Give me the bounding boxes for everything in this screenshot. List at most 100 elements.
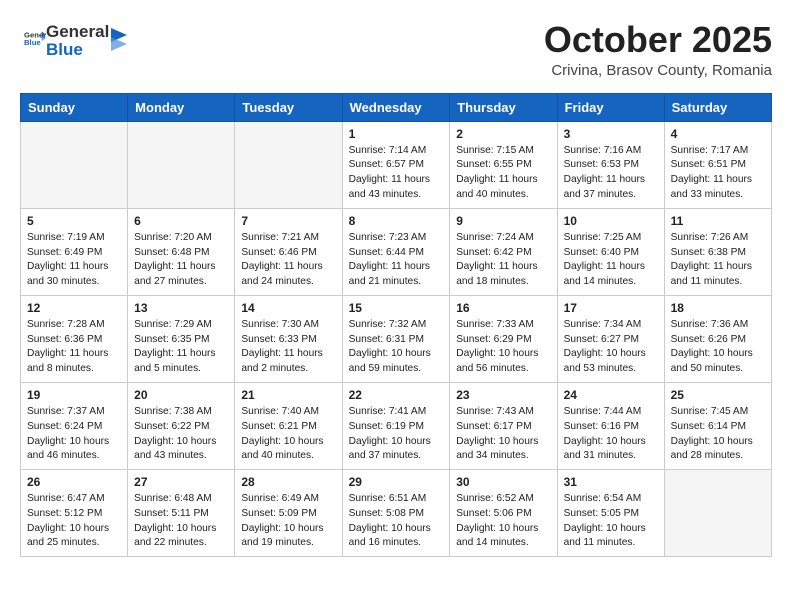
day-info: Sunrise: 7:34 AM Sunset: 6:27 PM Dayligh… xyxy=(564,318,658,377)
week-row-3: 12 Sunrise: 7:28 AM Sunset: 6:36 PM Dayli… xyxy=(21,295,772,382)
day-info: Sunrise: 6:52 AM Sunset: 5:06 PM Dayligh… xyxy=(456,492,550,551)
calendar-cell: 9 Sunrise: 7:24 AM Sunset: 6:42 PM Daylig… xyxy=(450,208,557,295)
calendar-cell: 29Sunrise: 6:51 AM Sunset: 5:08 PM Dayli… xyxy=(342,470,450,557)
calendar-cell: 26 Sunrise: 6:47 AM Sunset: 5:12 PM Dayli… xyxy=(21,470,128,557)
weekday-header-row: SundayMondayTuesdayWednesdayThursdayFrid… xyxy=(21,93,772,121)
calendar-cell xyxy=(128,121,235,208)
day-info: Sunrise: 7:21 AM Sunset: 6:46 PM Dayligh… xyxy=(241,231,335,290)
logo-blue-text: Blue xyxy=(46,40,109,60)
calendar-cell: 22 Sunrise: 7:41 AM Sunset: 6:19 PM Dayli… xyxy=(342,382,450,469)
calendar-cell: 13 Sunrise: 7:29 AM Sunset: 6:35 PM Dayli… xyxy=(128,295,235,382)
day-number: 5 xyxy=(27,214,121,228)
weekday-header-sunday: Sunday xyxy=(21,93,128,121)
day-info: Sunrise: 7:37 AM Sunset: 6:24 PM Dayligh… xyxy=(27,405,121,464)
week-row-4: 19 Sunrise: 7:37 AM Sunset: 6:24 PM Dayli… xyxy=(21,382,772,469)
calendar-cell: 4 Sunrise: 7:17 AM Sunset: 6:51 PM Daylig… xyxy=(664,121,771,208)
week-row-1: 1 Sunrise: 7:14 AM Sunset: 6:57 PM Daylig… xyxy=(21,121,772,208)
day-info: Sunrise: 6:48 AM Sunset: 5:11 PM Dayligh… xyxy=(134,492,228,551)
day-number: 21 xyxy=(241,388,335,402)
day-number: 1 xyxy=(349,127,444,141)
calendar-cell: 23Sunrise: 7:43 AM Sunset: 6:17 PM Dayli… xyxy=(450,382,557,469)
day-number: 12 xyxy=(27,301,121,315)
day-number: 4 xyxy=(671,127,765,141)
weekday-header-wednesday: Wednesday xyxy=(342,93,450,121)
day-info: Sunrise: 7:36 AM Sunset: 6:26 PM Dayligh… xyxy=(671,318,765,377)
calendar-cell: 3 Sunrise: 7:16 AM Sunset: 6:53 PM Daylig… xyxy=(557,121,664,208)
day-number: 13 xyxy=(134,301,228,315)
calendar-cell: 28Sunrise: 6:49 AM Sunset: 5:09 PM Dayli… xyxy=(235,470,342,557)
day-info: Sunrise: 7:16 AM Sunset: 6:53 PM Dayligh… xyxy=(564,144,658,203)
calendar-cell: 16 Sunrise: 7:33 AM Sunset: 6:29 PM Dayli… xyxy=(450,295,557,382)
calendar-cell: 31 Sunrise: 6:54 AM Sunset: 5:05 PM Dayli… xyxy=(557,470,664,557)
day-number: 9 xyxy=(456,214,550,228)
day-info: Sunrise: 7:24 AM Sunset: 6:42 PM Dayligh… xyxy=(456,231,550,290)
calendar-cell: 19 Sunrise: 7:37 AM Sunset: 6:24 PM Dayli… xyxy=(21,382,128,469)
day-info: Sunrise: 7:20 AM Sunset: 6:48 PM Dayligh… xyxy=(134,231,228,290)
day-info: Sunrise: 7:19 AM Sunset: 6:49 PM Dayligh… xyxy=(27,231,121,290)
day-info: Sunrise: 7:30 AM Sunset: 6:33 PM Dayligh… xyxy=(241,318,335,377)
day-info: Sunrise: 6:51 AM Sunset: 5:08 PM Dayligh… xyxy=(349,492,444,551)
day-info: Sunrise: 7:17 AM Sunset: 6:51 PM Dayligh… xyxy=(671,144,765,203)
day-number: 7 xyxy=(241,214,335,228)
weekday-header-saturday: Saturday xyxy=(664,93,771,121)
calendar-cell: 17Sunrise: 7:34 AM Sunset: 6:27 PM Dayli… xyxy=(557,295,664,382)
calendar-cell xyxy=(21,121,128,208)
week-row-2: 5 Sunrise: 7:19 AM Sunset: 6:49 PM Daylig… xyxy=(21,208,772,295)
calendar-cell: 25 Sunrise: 7:45 AM Sunset: 6:14 PM Dayli… xyxy=(664,382,771,469)
calendar-cell: 30Sunrise: 6:52 AM Sunset: 5:06 PM Dayli… xyxy=(450,470,557,557)
logo-block: General Blue xyxy=(20,27,46,54)
logo-general-text: General xyxy=(46,22,109,42)
calendar-cell xyxy=(664,470,771,557)
calendar-cell: 7 Sunrise: 7:21 AM Sunset: 6:46 PM Daylig… xyxy=(235,208,342,295)
day-number: 8 xyxy=(349,214,444,228)
day-info: Sunrise: 6:54 AM Sunset: 5:05 PM Dayligh… xyxy=(564,492,658,551)
calendar-cell: 1 Sunrise: 7:14 AM Sunset: 6:57 PM Daylig… xyxy=(342,121,450,208)
weekday-header-monday: Monday xyxy=(128,93,235,121)
day-number: 6 xyxy=(134,214,228,228)
location-title: Crivina, Brasov County, Romania xyxy=(544,62,772,79)
day-number: 20 xyxy=(134,388,228,402)
day-info: Sunrise: 7:28 AM Sunset: 6:36 PM Dayligh… xyxy=(27,318,121,377)
day-number: 31 xyxy=(564,475,658,489)
day-number: 22 xyxy=(349,388,444,402)
calendar-cell: 21 Sunrise: 7:40 AM Sunset: 6:21 PM Dayli… xyxy=(235,382,342,469)
calendar-cell: 20Sunrise: 7:38 AM Sunset: 6:22 PM Dayli… xyxy=(128,382,235,469)
weekday-header-friday: Friday xyxy=(557,93,664,121)
header: General Blue General Blue October 2025 C… xyxy=(20,20,772,79)
calendar-cell: 24Sunrise: 7:44 AM Sunset: 6:16 PM Dayli… xyxy=(557,382,664,469)
day-number: 26 xyxy=(27,475,121,489)
day-number: 15 xyxy=(349,301,444,315)
day-info: Sunrise: 7:23 AM Sunset: 6:44 PM Dayligh… xyxy=(349,231,444,290)
day-number: 3 xyxy=(564,127,658,141)
day-number: 10 xyxy=(564,214,658,228)
title-block: October 2025 Crivina, Brasov County, Rom… xyxy=(544,20,772,79)
calendar-cell: 5 Sunrise: 7:19 AM Sunset: 6:49 PM Daylig… xyxy=(21,208,128,295)
month-title: October 2025 xyxy=(544,20,772,60)
calendar-cell: 14 Sunrise: 7:30 AM Sunset: 6:33 PM Dayli… xyxy=(235,295,342,382)
day-info: Sunrise: 7:14 AM Sunset: 6:57 PM Dayligh… xyxy=(349,144,444,203)
day-info: Sunrise: 7:25 AM Sunset: 6:40 PM Dayligh… xyxy=(564,231,658,290)
day-info: Sunrise: 7:33 AM Sunset: 6:29 PM Dayligh… xyxy=(456,318,550,377)
day-number: 2 xyxy=(456,127,550,141)
day-info: Sunrise: 7:44 AM Sunset: 6:16 PM Dayligh… xyxy=(564,405,658,464)
logo-arrow-icon xyxy=(111,28,135,56)
calendar: SundayMondayTuesdayWednesdayThursdayFrid… xyxy=(20,93,772,558)
calendar-cell: 10 Sunrise: 7:25 AM Sunset: 6:40 PM Dayli… xyxy=(557,208,664,295)
day-number: 25 xyxy=(671,388,765,402)
day-info: Sunrise: 7:43 AM Sunset: 6:17 PM Dayligh… xyxy=(456,405,550,464)
day-info: Sunrise: 7:45 AM Sunset: 6:14 PM Dayligh… xyxy=(671,405,765,464)
page: General Blue General Blue October 2025 C… xyxy=(0,0,792,567)
day-number: 19 xyxy=(27,388,121,402)
calendar-cell: 6 Sunrise: 7:20 AM Sunset: 6:48 PM Daylig… xyxy=(128,208,235,295)
day-info: Sunrise: 7:40 AM Sunset: 6:21 PM Dayligh… xyxy=(241,405,335,464)
day-number: 14 xyxy=(241,301,335,315)
day-info: Sunrise: 7:41 AM Sunset: 6:19 PM Dayligh… xyxy=(349,405,444,464)
day-info: Sunrise: 7:29 AM Sunset: 6:35 PM Dayligh… xyxy=(134,318,228,377)
day-info: Sunrise: 7:15 AM Sunset: 6:55 PM Dayligh… xyxy=(456,144,550,203)
day-number: 16 xyxy=(456,301,550,315)
day-info: Sunrise: 6:47 AM Sunset: 5:12 PM Dayligh… xyxy=(27,492,121,551)
day-number: 18 xyxy=(671,301,765,315)
logo: General Blue General Blue xyxy=(20,20,135,61)
calendar-cell: 8 Sunrise: 7:23 AM Sunset: 6:44 PM Daylig… xyxy=(342,208,450,295)
week-row-5: 26 Sunrise: 6:47 AM Sunset: 5:12 PM Dayli… xyxy=(21,470,772,557)
